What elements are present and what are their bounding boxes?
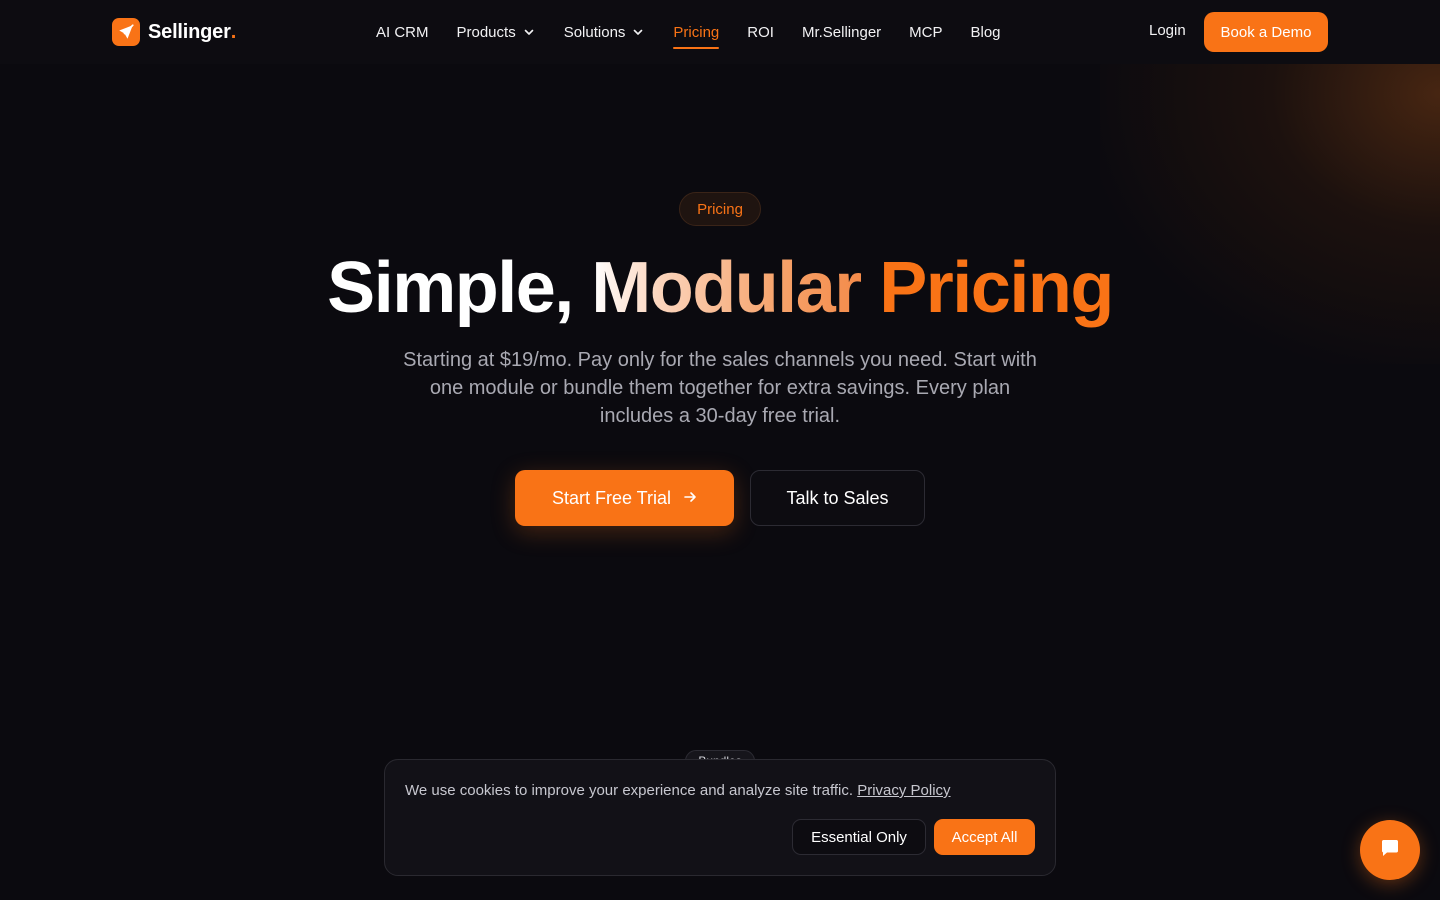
title-part-simple: Simple,: [327, 248, 592, 328]
cookie-message-text: We use cookies to improve your experienc…: [405, 782, 854, 799]
essential-only-button[interactable]: Essential Only: [792, 819, 926, 855]
nav-item-products[interactable]: Products: [457, 0, 536, 64]
nav-item-ai-crm[interactable]: AI CRM: [376, 0, 429, 64]
arrow-right-icon: [683, 488, 697, 509]
start-free-trial-button[interactable]: Start Free Trial: [515, 470, 734, 526]
nav-item-label: ROI: [747, 23, 774, 41]
nav-item-label: MCP: [909, 23, 943, 41]
brand-dot: .: [230, 20, 237, 43]
privacy-policy-link[interactable]: Privacy Policy: [857, 782, 950, 799]
nav-item-pricing[interactable]: Pricing: [673, 0, 719, 64]
chevron-down-icon: [631, 25, 645, 39]
nav-item-mcp[interactable]: MCP: [909, 0, 942, 64]
page-title: Simple, Modular Pricing: [0, 244, 1440, 332]
accept-all-button[interactable]: Accept All: [934, 819, 1035, 855]
main-menu: AI CRM Products Solutions Pricing ROI Mr.Sell…: [376, 0, 1001, 64]
nav-item-label: AI CRM: [376, 23, 429, 41]
cookie-banner: We use cookies to improve your experienc…: [384, 759, 1056, 876]
cookie-message: We use cookies to improve your experienc…: [405, 782, 951, 799]
nav-item-label: Products: [456, 23, 516, 41]
nav-item-label: Pricing: [673, 23, 720, 41]
brand-name: Sellinger: [148, 20, 231, 43]
top-navigation: Sellinger . AI CRM Products Solutions Prici…: [0, 0, 1440, 64]
chevron-down-icon: [522, 25, 536, 39]
login-link[interactable]: Login: [1149, 22, 1186, 39]
pricing-badge: Pricing: [679, 192, 761, 226]
book-demo-button[interactable]: Book a Demo: [1204, 12, 1328, 52]
talk-to-sales-button[interactable]: Talk to Sales: [750, 470, 925, 526]
title-part-modular: Modular: [591, 248, 862, 328]
nav-item-label: Mr.Sellinger: [801, 23, 882, 41]
hero-subtitle: Starting at $19/mo. Pay only for the sal…: [403, 349, 1037, 427]
chat-launcher-button[interactable]: [1360, 820, 1420, 880]
nav-item-label: Solutions: [563, 23, 626, 41]
nav-item-solutions[interactable]: Solutions: [564, 0, 646, 64]
nav-item-blog[interactable]: Blog: [971, 0, 1001, 64]
nav-item-label: Blog: [970, 23, 1001, 41]
brand-logo[interactable]: Sellinger .: [112, 18, 236, 46]
start-free-trial-label: Start Free Trial: [551, 487, 672, 508]
title-part-pricing: Pricing: [860, 248, 1114, 328]
rocket-icon: [112, 18, 140, 46]
chat-bubble-icon: [1378, 836, 1402, 865]
nav-item-roi[interactable]: ROI: [747, 0, 774, 64]
nav-item-mr-sellinger[interactable]: Mr.Sellinger: [802, 0, 881, 64]
